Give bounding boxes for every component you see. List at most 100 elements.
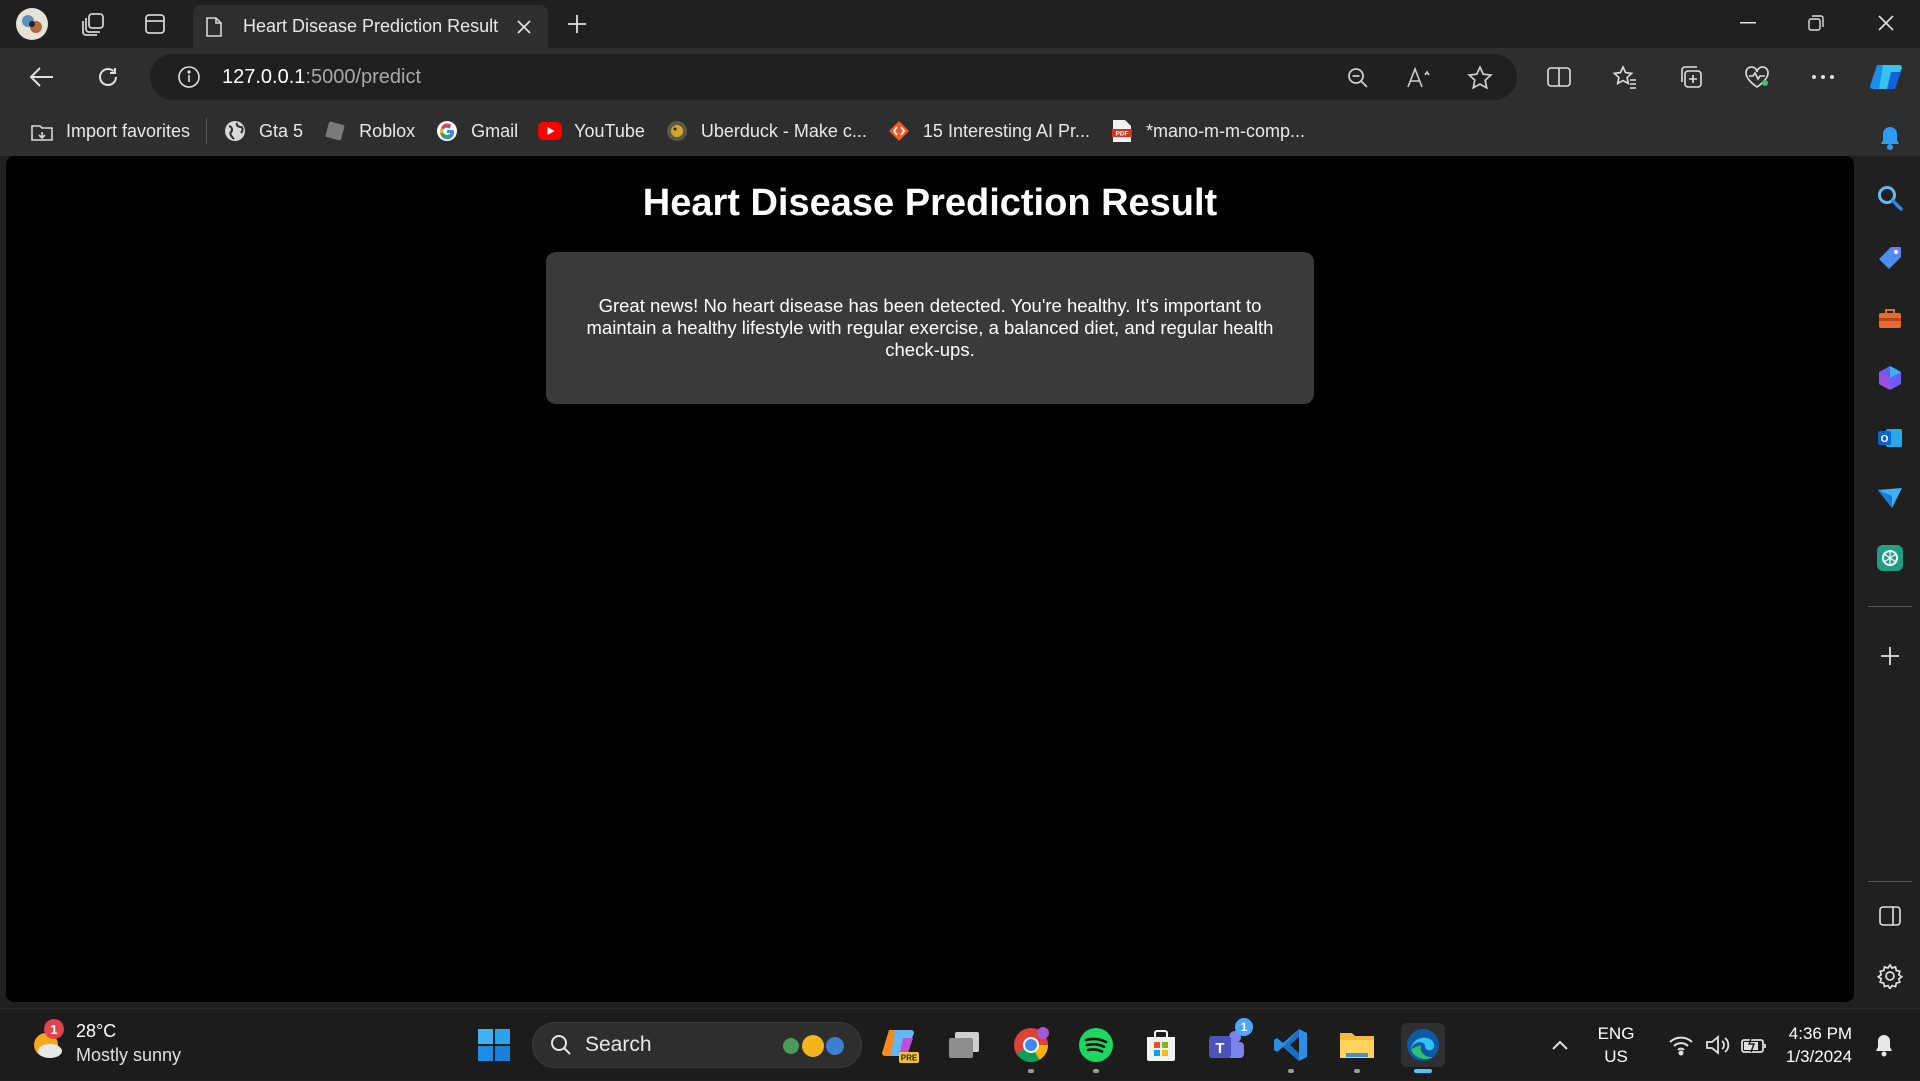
browser-essentials-icon[interactable]	[1737, 57, 1777, 97]
task-view-icon[interactable]	[942, 1023, 986, 1067]
settings-gear-icon[interactable]	[1870, 956, 1910, 996]
close-window-button[interactable]	[1852, 0, 1920, 46]
favorites-icon[interactable]	[1605, 57, 1645, 97]
svg-text:T: T	[1215, 1040, 1224, 1057]
title-bar: Heart Disease Prediction Result	[0, 0, 1920, 48]
page-icon	[206, 16, 222, 37]
fav-label: YouTube	[574, 120, 645, 141]
running-indicator	[1093, 1069, 1099, 1073]
fav-label: Gta 5	[259, 120, 304, 141]
split-screen-icon[interactable]	[1539, 57, 1579, 97]
notifications-bell-icon[interactable]	[1870, 118, 1910, 158]
zoom-out-icon[interactable]	[1343, 63, 1373, 93]
close-tab-icon[interactable]	[512, 15, 536, 39]
import-icon	[30, 119, 54, 143]
hide-sidebar-icon[interactable]	[1870, 896, 1910, 936]
result-message: Great news! No heart disease has been de…	[586, 295, 1274, 360]
outlook-icon[interactable]: O	[1870, 418, 1910, 458]
teams-badge: 1	[1235, 1018, 1253, 1036]
start-button[interactable]	[472, 1023, 516, 1067]
minimize-button[interactable]	[1714, 0, 1782, 46]
running-indicator	[1414, 1069, 1432, 1073]
page-title: Heart Disease Prediction Result	[642, 182, 1218, 224]
fav-import-favorites[interactable]: Import favorites	[20, 113, 200, 149]
fav-ai-projects[interactable]: 15 Interesting AI Pr...	[877, 113, 1100, 149]
edge-icon[interactable]	[1401, 1023, 1445, 1073]
vscode-icon[interactable]	[1269, 1023, 1313, 1073]
edge-sidebar: O	[1860, 106, 1920, 1006]
google-icon	[435, 119, 459, 143]
more-menu-icon[interactable]	[1803, 57, 1843, 97]
tools-briefcase-icon[interactable]	[1870, 298, 1910, 338]
fav-youtube[interactable]: YouTube	[528, 113, 655, 149]
clock[interactable]: 4:36 PM 1/3/2024	[1782, 1009, 1856, 1081]
running-indicator	[1028, 1069, 1034, 1073]
workspaces-icon[interactable]	[76, 7, 110, 41]
code-icon	[887, 119, 911, 143]
chatgpt-icon[interactable]	[1870, 538, 1910, 578]
roblox-icon	[323, 119, 347, 143]
refresh-button[interactable]	[88, 57, 128, 97]
search-icon	[551, 1035, 571, 1055]
restore-button[interactable]	[1782, 0, 1850, 46]
read-aloud-icon[interactable]	[1404, 63, 1434, 93]
taskbar-search[interactable]: Search	[532, 1022, 862, 1068]
site-info-icon[interactable]	[176, 64, 202, 90]
lang-region: US	[1604, 1047, 1628, 1066]
globe-icon	[223, 119, 247, 143]
page-viewport: Heart Disease Prediction Result Great ne…	[6, 156, 1854, 1002]
weather-widget[interactable]: 1 28°C Mostly sunny	[28, 1019, 181, 1067]
fav-roblox[interactable]: Roblox	[313, 113, 425, 149]
copilot-icon[interactable]	[1866, 57, 1906, 97]
weather-badge: 1	[44, 1019, 64, 1039]
games-icon[interactable]	[1870, 358, 1910, 398]
fav-uberduck[interactable]: Uberduck - Make c...	[655, 113, 877, 149]
youtube-icon	[538, 119, 563, 143]
tab-actions-icon[interactable]	[138, 7, 172, 41]
windows-taskbar: 1 28°C Mostly sunny Search PRE T 1 ENG U…	[0, 1008, 1920, 1080]
teams-icon[interactable]: T 1	[1204, 1018, 1253, 1067]
clock-date: 1/3/2024	[1785, 1047, 1853, 1066]
collections-icon[interactable]	[1671, 57, 1711, 97]
volume-icon	[1706, 1035, 1730, 1055]
show-hidden-icons-chevron-icon[interactable]	[1540, 1009, 1580, 1081]
svg-text:PRE: PRE	[901, 1054, 918, 1063]
favorites-bar: Import favorites Gta 5 Roblox Gmail YouT…	[0, 106, 1920, 156]
battery-icon	[1741, 1035, 1766, 1053]
running-indicator	[1354, 1069, 1360, 1073]
spotify-icon[interactable]	[1074, 1023, 1118, 1073]
back-button[interactable]	[22, 57, 62, 97]
tab-active[interactable]: Heart Disease Prediction Result	[193, 5, 548, 48]
search-highlight-icon	[783, 1035, 844, 1057]
file-explorer-icon[interactable]	[1335, 1023, 1379, 1073]
url-path: :5000/predict	[305, 65, 422, 88]
add-sidebar-app-icon[interactable]	[1870, 636, 1910, 676]
search-icon[interactable]	[1870, 178, 1910, 218]
weather-temp: 28°C	[76, 1021, 117, 1041]
profile-avatar[interactable]	[15, 7, 49, 41]
sidebar-divider	[1868, 881, 1912, 882]
copilot-taskbar-icon[interactable]: PRE	[878, 1023, 922, 1067]
new-tab-button[interactable]	[560, 9, 594, 39]
pdf-icon: PDF	[1110, 119, 1134, 143]
address-bar[interactable]: 127.0.0.1:5000/predict	[150, 54, 1517, 100]
language-indicator[interactable]: ENG US	[1588, 1009, 1644, 1081]
system-status-icons[interactable]	[1658, 1009, 1778, 1081]
fav-label: *mano-m-m-comp...	[1146, 120, 1306, 141]
fav-label: Uberduck - Make c...	[700, 120, 867, 141]
microsoft-store-icon[interactable]	[1139, 1023, 1183, 1067]
fav-pdf-document[interactable]: PDF *mano-m-m-comp...	[1100, 113, 1315, 149]
favorites-divider	[206, 118, 208, 144]
running-indicator	[1288, 1069, 1294, 1073]
notification-bell-icon[interactable]	[1864, 1009, 1904, 1081]
sidebar-divider	[1868, 606, 1912, 607]
svg-text:PDF: PDF	[1116, 131, 1129, 138]
shopping-tag-icon[interactable]	[1870, 238, 1910, 278]
url-host: 127.0.0.1	[222, 65, 306, 88]
favorite-star-icon[interactable]	[1465, 63, 1495, 93]
url-text[interactable]: 127.0.0.1:5000/predict	[222, 66, 421, 89]
drop-send-icon[interactable]	[1870, 478, 1910, 518]
chrome-icon[interactable]	[1009, 1023, 1053, 1073]
fav-gmail[interactable]: Gmail	[425, 113, 528, 149]
fav-gta5[interactable]: Gta 5	[213, 113, 313, 149]
